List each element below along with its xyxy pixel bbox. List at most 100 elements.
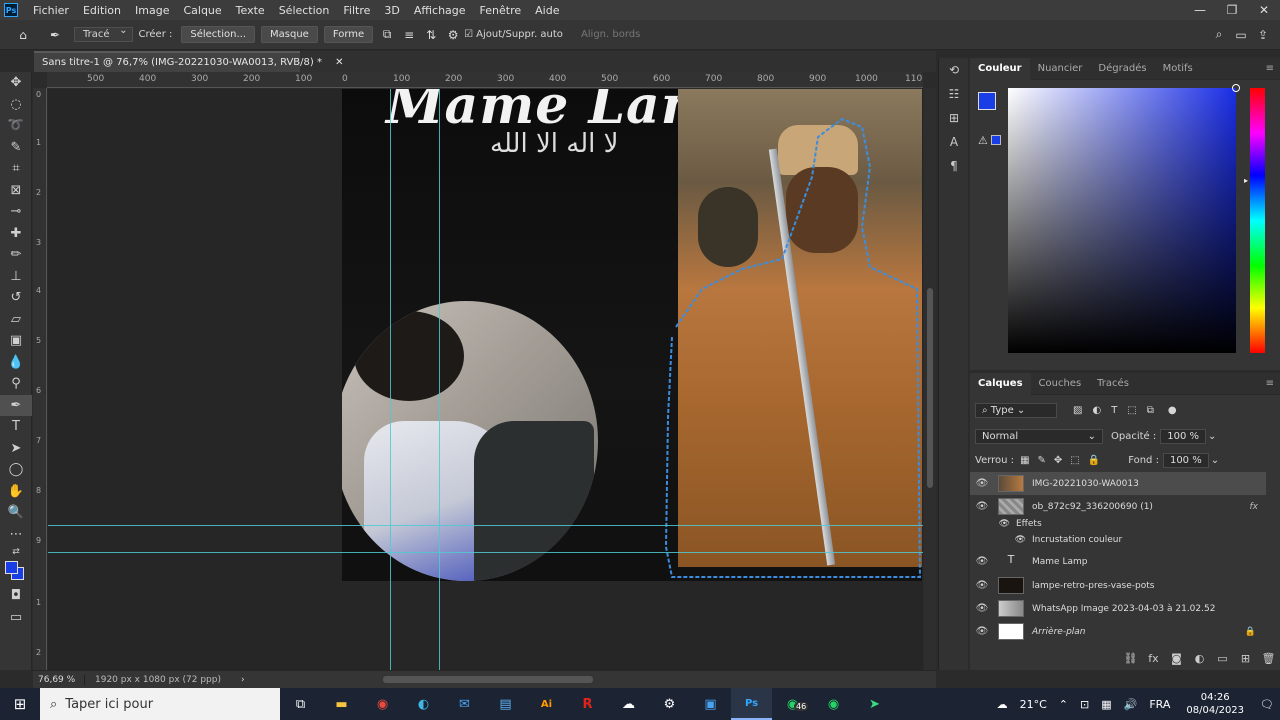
fill-dropdown-icon[interactable]: ⌄ [1211,455,1219,466]
type-tool-icon[interactable]: T [0,416,32,438]
tab-motifs[interactable]: Motifs [1155,58,1201,80]
tray-app-icon[interactable]: ⊡ [1074,698,1095,711]
mask-button[interactable]: Masque [261,26,318,43]
panel-menu-icon[interactable]: ≡ [1266,378,1280,389]
delete-layer-icon[interactable]: 🗑 [1257,652,1280,665]
paragraph-panel-icon[interactable]: ¶ [939,154,969,178]
whatsapp-icon[interactable]: ◉ 46 [772,688,813,720]
shape-button[interactable]: Forme [323,26,374,43]
home-icon[interactable]: ⌂ [12,28,34,42]
store-icon[interactable]: ▤ [485,688,526,720]
lock-position-icon[interactable]: ✥ [1054,455,1062,466]
color-picker-field[interactable] [1008,84,1240,353]
menu-image[interactable]: Image [128,4,176,17]
lock-image-icon[interactable]: ✎ [1038,455,1046,466]
red-app-icon[interactable]: R [567,688,608,720]
tab-calques[interactable]: Calques [970,372,1031,395]
layer-effect-row[interactable]: 👁 Incrustation couleur [970,531,1266,549]
visibility-eye-icon[interactable]: 👁 [970,603,994,614]
character-panel-icon[interactable]: A [939,130,969,154]
settings-gear-icon[interactable]: ⚙ [442,28,464,42]
link-layers-icon[interactable]: ⛓ [1119,652,1142,665]
task-view-icon[interactable]: ⧉ [280,688,321,720]
lock-artboard-icon[interactable]: ⬚ [1070,455,1079,466]
effects-eye-icon[interactable]: 👁 [970,519,1016,529]
history-panel-icon[interactable]: ⟲ [939,58,969,82]
effect-eye-icon[interactable]: 👁 [970,535,1032,545]
opacity-input[interactable]: 100 % [1160,429,1207,444]
weather-icon[interactable]: ☁ [991,698,1014,711]
crop-tool-icon[interactable]: ⌗ [0,158,32,180]
edge-icon[interactable]: ◐ [403,688,444,720]
filter-adjustment-icon[interactable]: ◐ [1092,405,1101,416]
app-icon[interactable]: ➤ [854,688,895,720]
taskbar-search-box[interactable]: ⌕ Taper ici pour [40,688,280,720]
filter-type-icon[interactable]: T [1111,405,1117,416]
filter-pixel-icon[interactable]: ▨ [1073,405,1082,416]
document-tab-close-icon[interactable]: ✕ [335,57,343,68]
pen-path-selection[interactable] [342,89,922,581]
tab-nuancier[interactable]: Nuancier [1030,58,1091,80]
weather-temperature[interactable]: 21°C [1014,698,1053,711]
lock-pixels-icon[interactable]: ▦ [1020,455,1029,466]
gamut-warning-swatch[interactable] [991,135,1001,145]
foreground-color-swatch[interactable] [5,561,18,574]
photoshop-taskbar-icon[interactable]: Ps [731,688,772,720]
layer-row[interactable]: 👁 lampe-retro-pres-vase-pots [970,574,1266,597]
menu-fichier[interactable]: Fichier [26,4,76,17]
adjustments-panel-icon[interactable]: ⊞ [939,106,969,130]
menu-calque[interactable]: Calque [176,4,228,17]
canvas-vertical-scrollbar[interactable] [924,88,936,670]
hand-tool-icon[interactable]: ✋ [0,481,32,503]
app-icon[interactable]: ▣ [690,688,731,720]
layer-effects-icon[interactable]: fx [1250,502,1267,512]
blur-tool-icon[interactable]: 💧 [0,352,32,374]
tray-overflow-icon[interactable]: ⌃ [1053,698,1074,711]
tab-couleur[interactable]: Couleur [970,57,1030,80]
eraser-tool-icon[interactable]: ▱ [0,309,32,331]
lasso-tool-icon[interactable]: ➰ [0,115,32,137]
document-tab[interactable]: Sans titre-1 @ 76,7% (IMG-20221030-WA001… [34,51,344,72]
workspace-icon[interactable]: ▭ [1230,28,1252,42]
clone-stamp-tool-icon[interactable]: ⊥ [0,266,32,288]
vertical-scroll-thumb[interactable] [927,288,933,488]
hue-slider-arrow-icon[interactable]: ▸ [1244,176,1248,185]
gamut-warning-icon[interactable]: ⚠ [978,134,988,147]
layer-row[interactable]: 👁 Arrière-plan 🔒 [970,620,1266,643]
network-icon[interactable]: ▦ [1095,698,1117,711]
layer-filter-dropdown[interactable]: ⌕ Type ⌄ [975,403,1057,418]
brush-tool-icon[interactable]: ✏ [0,244,32,266]
layer-row[interactable]: 👁 T Mame Lamp [970,550,1266,573]
frame-tool-icon[interactable]: ⊠ [0,180,32,202]
tab-traces[interactable]: Tracés [1089,373,1137,395]
filter-smart-object-icon[interactable]: ⧉ [1147,405,1154,416]
visibility-eye-icon[interactable]: 👁 [970,626,994,637]
menu-texte[interactable]: Texte [229,4,272,17]
status-more-icon[interactable]: › [221,675,245,685]
fill-input[interactable]: 100 % [1162,453,1209,468]
close-icon[interactable]: ✕ [1248,3,1280,17]
lock-all-icon[interactable]: 🔒 [1088,455,1100,466]
pen-tool-icon[interactable]: ✒ [0,394,32,416]
panel-menu-icon[interactable]: ≡ [1266,63,1280,74]
language-indicator[interactable]: FRA [1143,698,1176,711]
add-mask-icon[interactable]: ◙ [1165,652,1188,665]
quick-selection-tool-icon[interactable]: ✎ [0,137,32,159]
taskbar-clock[interactable]: 04:26 08/04/2023 [1176,691,1254,717]
volume-icon[interactable]: 🔊 [1118,698,1144,711]
path-alignment-icon[interactable]: ≡ [398,28,420,42]
marquee-tool-icon[interactable]: ◌ [0,94,32,116]
dodge-tool-icon[interactable]: ⚲ [0,373,32,395]
windows-start-icon[interactable]: ⊞ [0,695,40,713]
blend-mode-dropdown[interactable]: Normal ⌄ [975,429,1103,444]
minimize-icon[interactable]: — [1184,3,1216,17]
path-arrangement-icon[interactable]: ⇅ [420,28,442,42]
screen-mode-icon[interactable]: ▭ [0,607,32,629]
eyedropper-tool-icon[interactable]: ⊸ [0,201,32,223]
opacity-dropdown-icon[interactable]: ⌄ [1208,431,1216,442]
whatsapp-business-icon[interactable]: ◉ [813,688,854,720]
document-canvas[interactable]: Mame Lam لا اله الا الله [342,89,922,581]
auto-add-checkbox[interactable]: ☑ [464,29,473,40]
swap-colors-icon[interactable]: ⇄ [0,545,32,559]
new-layer-icon[interactable]: ⊞ [1234,652,1257,665]
